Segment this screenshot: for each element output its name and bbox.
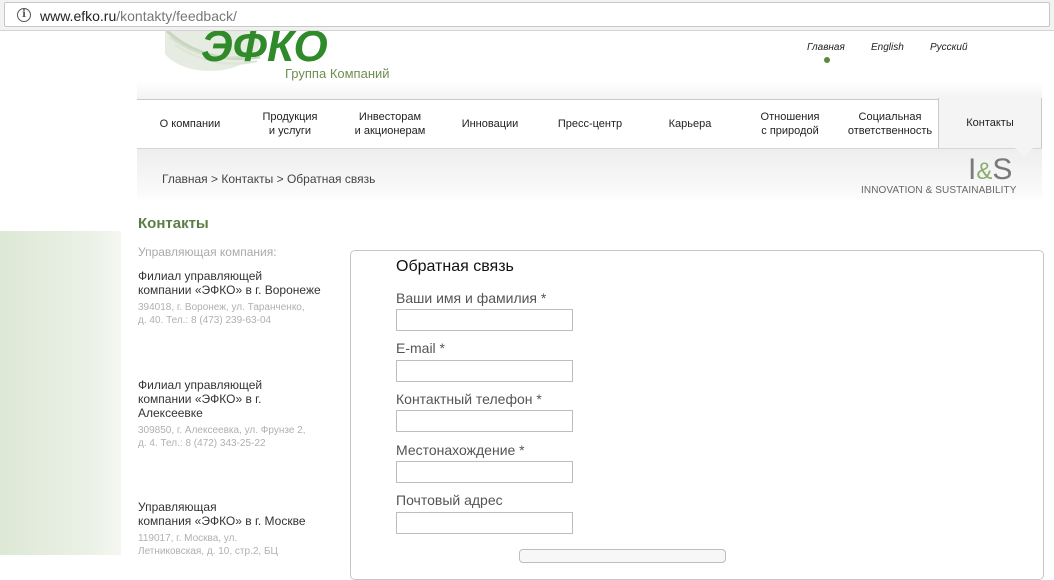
is-logo-amp: & xyxy=(976,158,993,185)
breadcrumb-home[interactable]: Главная xyxy=(162,172,208,186)
nav-item-investors[interactable]: Инвесторам и акционерам xyxy=(337,100,443,148)
sidebar-subtitle: Управляющая компания: xyxy=(138,245,277,259)
nav-item-contacts[interactable]: Контакты xyxy=(938,98,1042,148)
breadcrumb-separator: > xyxy=(211,172,219,186)
nav-item-products[interactable]: Продукция и услуги xyxy=(243,100,337,148)
office-address: 309850, г. Алексеевка, ул. Фрунзе 2, д. … xyxy=(138,425,306,449)
office-item: Управляющая компания «ЭФКО» в г. Москве … xyxy=(138,500,338,558)
nav-item-innovation[interactable]: Инновации xyxy=(443,100,537,148)
breadcrumb-contacts[interactable]: Контакты xyxy=(221,172,273,186)
is-logo[interactable]: I&S xyxy=(968,153,1012,189)
office-address: 394018, г. Воронеж, ул. Таранченко, д. 4… xyxy=(138,302,305,326)
phone-label: Контактный телефон * xyxy=(396,391,542,407)
office-name[interactable]: Филиал управляющей компании «ЭФКО» в г. … xyxy=(138,269,338,297)
office-address: 119017, г. Москва, ул. Летниковская, д. … xyxy=(138,533,278,557)
name-input[interactable] xyxy=(396,309,573,331)
office-item: Филиал управляющей компании «ЭФКО» в г. … xyxy=(138,378,338,450)
url-text[interactable]: www.efko.ru/kontakty/feedback/ xyxy=(40,8,237,24)
url-field[interactable]: i www.efko.ru/kontakty/feedback/ xyxy=(4,2,1050,27)
active-lang-marker xyxy=(824,57,830,63)
office-item: Филиал управляющей компании «ЭФКО» в г. … xyxy=(138,269,338,327)
is-caption: INNOVATION & SUSTAINABILITY xyxy=(861,185,1017,196)
nav-item-press[interactable]: Пресс-центр xyxy=(537,100,643,148)
nav-item-about[interactable]: О компании xyxy=(137,100,243,148)
email-input[interactable] xyxy=(396,360,573,382)
location-label: Местонахождение * xyxy=(396,442,525,458)
lang-link-home[interactable]: Главная xyxy=(807,42,845,53)
email-label: E-mail * xyxy=(396,340,446,356)
postal-address-input[interactable] xyxy=(396,512,573,534)
breadcrumb: Главная > Контакты > Обратная связь xyxy=(162,172,375,186)
info-icon[interactable]: i xyxy=(17,8,31,22)
url-host: www.efko.ru xyxy=(40,8,117,24)
submit-button[interactable] xyxy=(519,549,726,563)
url-path: /kontakty/feedback/ xyxy=(116,8,237,24)
active-nav-arrow xyxy=(1014,147,1034,157)
breadcrumb-separator: > xyxy=(276,172,284,186)
phone-input[interactable] xyxy=(396,410,573,432)
main-nav: О компании Продукция и услуги Инвесторам… xyxy=(137,98,1042,149)
nav-item-nature[interactable]: Отношения с природой xyxy=(737,100,843,148)
left-decor-stripe xyxy=(0,231,121,555)
page-title: Контакты xyxy=(138,215,209,232)
breadcrumb-current: Обратная связь xyxy=(286,172,376,186)
location-input[interactable] xyxy=(396,461,573,483)
header-fade xyxy=(137,82,1042,99)
logo-wordmark: ЭФКО xyxy=(201,31,328,71)
lang-link-english[interactable]: English xyxy=(871,42,904,53)
lang-link-russian[interactable]: Русский xyxy=(930,42,968,53)
is-logo-s: S xyxy=(992,153,1013,186)
office-name[interactable]: Филиал управляющей компании «ЭФКО» в г. … xyxy=(138,378,338,420)
office-name[interactable]: Управляющая компания «ЭФКО» в г. Москве xyxy=(138,500,338,528)
nav-item-social[interactable]: Социальная ответственность xyxy=(843,100,937,148)
postal-address-label: Почтовый адрес xyxy=(396,492,503,508)
logo-subtitle: Группа Компаний xyxy=(285,66,390,81)
name-label: Ваши имя и фамилия * xyxy=(396,290,547,306)
nav-item-career[interactable]: Карьера xyxy=(643,100,737,148)
browser-address-bar: i www.efko.ru/kontakty/feedback/ xyxy=(0,0,1054,31)
form-title: Обратная связь xyxy=(396,258,514,275)
